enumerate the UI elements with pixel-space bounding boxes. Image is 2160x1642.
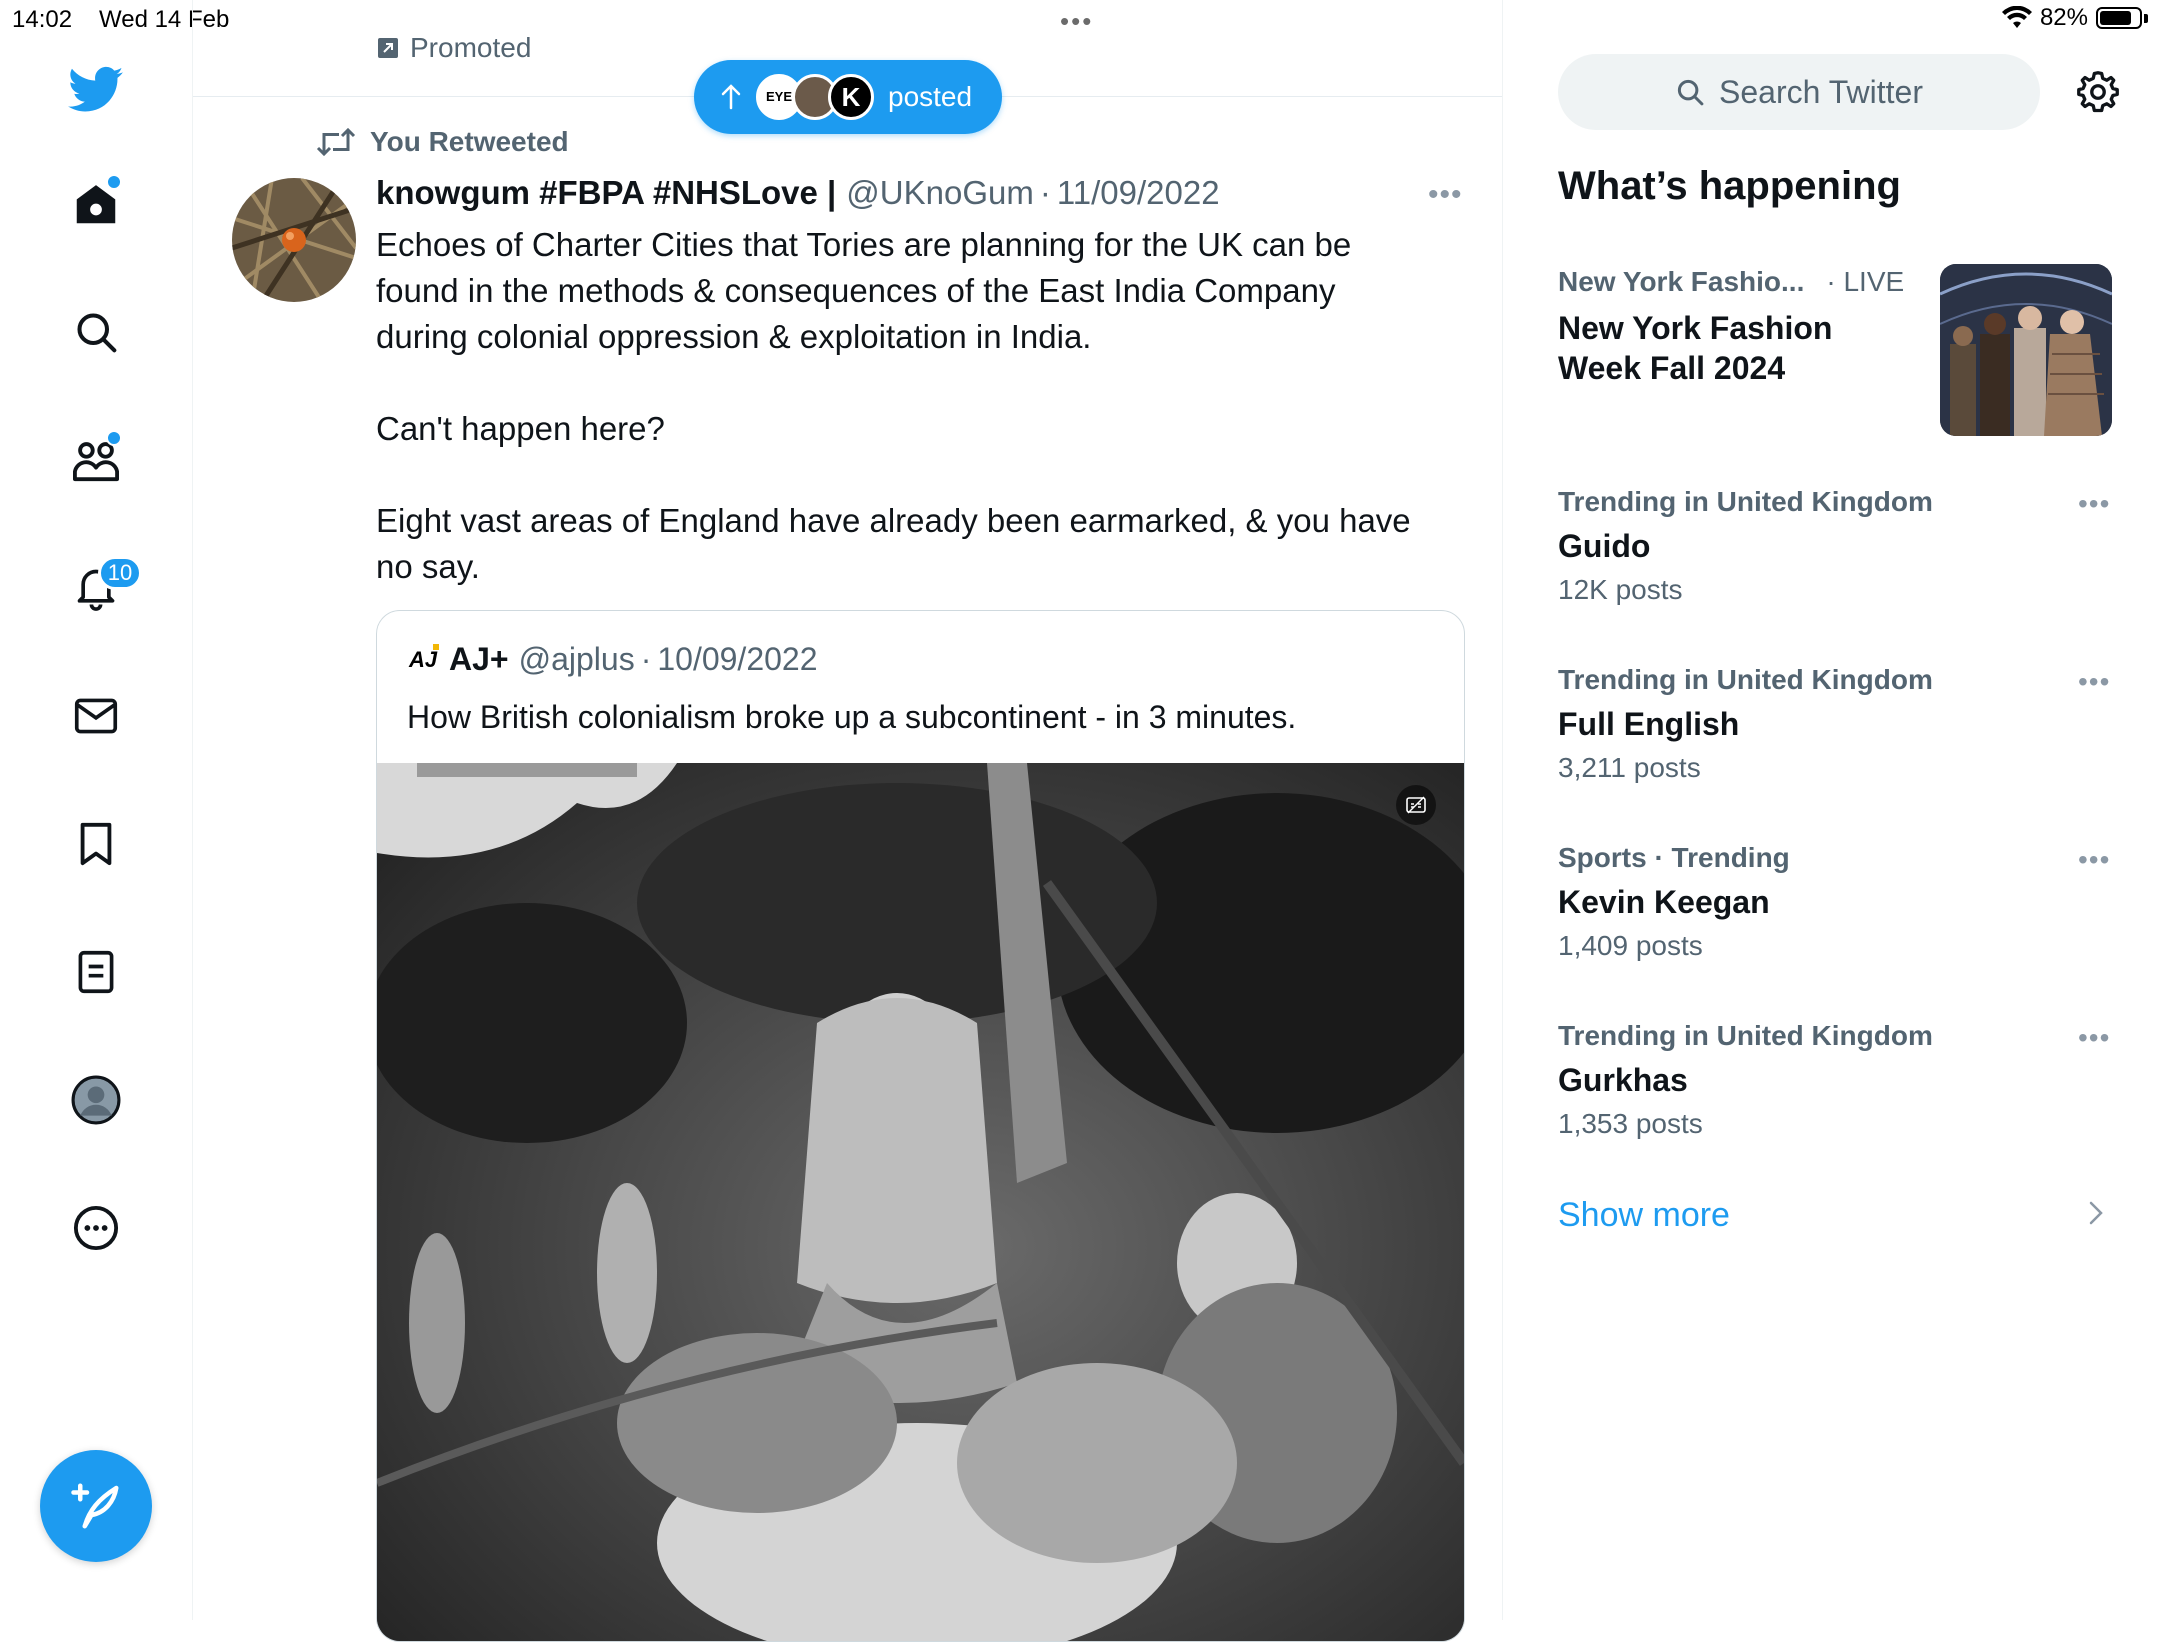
tweet-header: knowgum #FBPA #NHSLove | @UKnoGum · 11/0… <box>376 174 1220 212</box>
status-indicators: 82% <box>2001 4 2148 32</box>
trend-more-icon[interactable]: ••• <box>2078 666 2110 698</box>
trend-title: Full English <box>1558 706 1740 742</box>
column-divider <box>1502 0 1503 1620</box>
trend-context: Sports · Trending <box>1558 842 1790 873</box>
quote-author-handle[interactable]: @ajplus <box>519 641 635 678</box>
search-icon <box>1677 79 1704 106</box>
trend-item[interactable]: Sports · Trending Kevin Keegan 1,409 pos… <box>1558 842 2118 962</box>
featured-trend-live: · LIVE <box>1826 266 1905 297</box>
arrow-up-icon <box>721 84 741 110</box>
battery-icon <box>2096 7 2142 29</box>
quote-meta-separator: · <box>640 641 652 677</box>
wifi-icon <box>2001 6 2032 28</box>
featured-trend-image[interactable] <box>1940 264 2112 436</box>
battery-percent: 82% <box>2039 4 2088 31</box>
media-settings-icon[interactable] <box>1396 785 1436 825</box>
video-frame-image <box>377 763 1464 1641</box>
search-input[interactable]: Search Twitter <box>1558 54 2040 130</box>
trend-more-icon[interactable]: ••• <box>2078 488 2110 520</box>
show-more-link[interactable]: Show more <box>1558 1196 1730 1235</box>
trend-context: Trending in United Kingdom <box>1558 1020 1933 1051</box>
tweet-meta-separator: · <box>1039 174 1051 211</box>
tweet-date[interactable]: 11/09/2022 <box>1057 174 1220 212</box>
trend-more-icon[interactable]: ••• <box>2078 1022 2110 1054</box>
nav-lists[interactable] <box>66 942 126 1002</box>
trend-count: 1,353 posts <box>1558 1108 1703 1139</box>
communities-unread-dot <box>106 430 122 446</box>
compose-button[interactable] <box>40 1450 152 1562</box>
trend-title: Gurkhas <box>1558 1062 1688 1098</box>
nav-communities[interactable] <box>66 430 126 490</box>
featured-trend[interactable]: New York Fashio... · LIVE New York Fashi… <box>1558 266 1904 388</box>
nav-more[interactable] <box>66 1198 126 1258</box>
quote-author-name[interactable]: AJ+ <box>449 641 509 678</box>
notifications-badge: 10 <box>98 556 142 590</box>
featured-trend-title-line1: New York Fashion <box>1558 310 1833 346</box>
trend-count: 12K posts <box>1558 574 1683 605</box>
search-icon <box>77 313 117 353</box>
featured-trend-title-line2: Week Fall 2024 <box>1558 350 1786 386</box>
quote-text: How British colonialism broke up a subco… <box>407 699 1297 735</box>
mail-icon <box>74 698 118 734</box>
tweet-text: Echoes of Charter Cities that Tories are… <box>376 226 1411 585</box>
left-navigation <box>0 0 193 1620</box>
promoted-icon <box>378 38 398 58</box>
quote-header: AJ AJ+ @ajplus · 10/09/2022 <box>407 641 818 678</box>
retweet-icon <box>316 127 356 157</box>
pill-avatar-k: K <box>828 74 874 120</box>
new-posts-pill[interactable]: EYE K posted <box>694 60 1002 134</box>
trend-item[interactable]: Trending in United Kingdom Guido 12K pos… <box>1558 486 2118 606</box>
tweet-author-avatar[interactable] <box>232 178 356 302</box>
chevron-right-icon <box>2088 1200 2104 1234</box>
featured-trend-context: New York Fashio... <box>1558 266 1805 297</box>
multitasking-dots-icon[interactable]: ••• <box>1060 6 1093 37</box>
bookmark-icon <box>80 822 112 866</box>
twitter-logo-icon[interactable] <box>66 60 126 120</box>
nav-profile[interactable] <box>66 1070 126 1130</box>
ajplus-logo-icon: AJ <box>407 643 439 676</box>
home-unread-dot <box>106 174 122 190</box>
nav-home[interactable] <box>66 174 126 234</box>
tweet-author-handle[interactable]: @UKnoGum <box>846 174 1034 212</box>
trend-item[interactable]: Trending in United Kingdom Full English … <box>1558 664 2118 784</box>
search-placeholder: Search Twitter <box>1719 73 1923 110</box>
quoted-tweet[interactable]: AJ AJ+ @ajplus · 10/09/2022 How British … <box>376 610 1465 1642</box>
compose-icon <box>71 1483 119 1529</box>
nav-bookmarks[interactable] <box>66 814 126 874</box>
retweet-context-text: You Retweeted <box>370 126 569 157</box>
nav-explore[interactable] <box>66 302 126 362</box>
pill-avatar-text: EYE <box>765 89 792 104</box>
more-circle-icon <box>73 1205 119 1251</box>
trend-item[interactable]: Trending in United Kingdom Gurkhas 1,353… <box>1558 1020 2118 1140</box>
trend-count: 1,409 posts <box>1558 930 1703 961</box>
promoted-text: Promoted <box>410 32 532 63</box>
gear-icon <box>2077 71 2119 113</box>
trend-more-icon[interactable]: ••• <box>2078 844 2110 876</box>
tweet-more-icon[interactable]: ••• <box>1428 178 1463 212</box>
pill-avatar-k-text: K <box>841 81 861 112</box>
promoted-label: Promoted <box>376 32 531 64</box>
new-posts-label: posted <box>888 81 973 112</box>
lists-icon <box>78 950 114 994</box>
ajplus-logo-accent <box>433 643 439 650</box>
trend-title: Kevin Keegan <box>1558 884 1770 920</box>
tweet-author-name[interactable]: knowgum #FBPA #NHSLove | <box>376 174 836 212</box>
settings-button[interactable] <box>2070 64 2126 120</box>
ajplus-logo-text: AJ <box>408 646 438 672</box>
quote-date[interactable]: 10/09/2022 <box>657 641 817 678</box>
nav-messages[interactable] <box>66 686 126 746</box>
trend-context: Trending in United Kingdom <box>1558 664 1933 695</box>
battery-level <box>2100 11 2131 25</box>
quote-video[interactable] <box>377 763 1464 1641</box>
retweet-context: You Retweeted <box>316 126 569 158</box>
whats-happening-title: What’s happening <box>1558 164 1901 208</box>
trend-count: 3,211 posts <box>1558 752 1701 783</box>
profile-avatar-icon <box>71 1075 121 1125</box>
trend-context: Trending in United Kingdom <box>1558 486 1933 517</box>
battery-cap <box>2144 13 2148 23</box>
trend-title: Guido <box>1558 528 1651 564</box>
